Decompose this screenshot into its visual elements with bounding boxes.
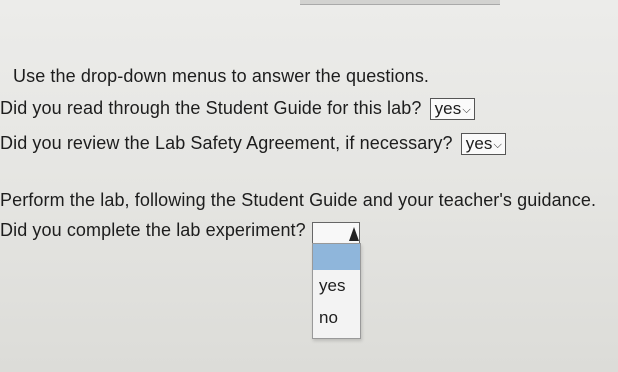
dropdown-option-yes[interactable]: yes [313, 270, 360, 302]
perform-lab-text: Perform the lab, following the Student G… [0, 190, 597, 210]
question-student-guide: Did you read through the Student Guide f… [0, 98, 475, 121]
chevron-down-icon: ⌵ [493, 139, 502, 152]
dropdown-option-blank[interactable] [313, 244, 360, 270]
answer-dropdown-complete-lab[interactable] [312, 222, 360, 244]
instructions-text: Use the drop-down menus to answer the qu… [13, 66, 430, 86]
dropdown-menu: yes no [312, 243, 361, 339]
answer-dropdown-student-guide[interactable]: yes⌵ [429, 98, 475, 121]
question-complete-lab: Did you complete the lab experiment? [0, 220, 306, 240]
dropdown-value: yes [465, 134, 493, 154]
question-lab-safety: Did you review the Lab Safety Agreement,… [0, 133, 506, 156]
question-text: Did you review the Lab Safety Agreement,… [0, 133, 453, 153]
dropdown-option-no[interactable]: no [313, 302, 360, 334]
top-divider [300, 0, 500, 5]
question-text: Did you read through the Student Guide f… [0, 98, 422, 118]
dropdown-value: yes [434, 99, 462, 119]
chevron-down-icon: ⌵ [462, 104, 471, 117]
mouse-cursor-icon [349, 227, 359, 241]
answer-dropdown-lab-safety[interactable]: yes⌵ [460, 133, 506, 156]
